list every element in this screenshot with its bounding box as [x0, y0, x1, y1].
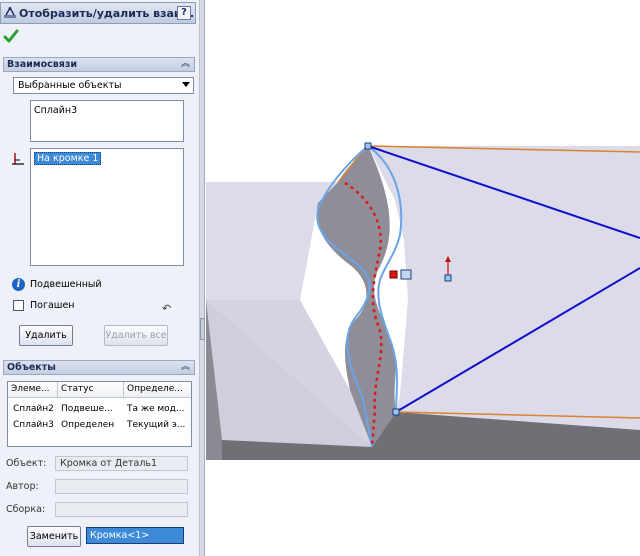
relations-icon: [4, 6, 16, 18]
relations-filter-select[interactable]: Выбранные объекты: [13, 77, 194, 94]
relations-filter-value: Выбранные объекты: [18, 80, 122, 91]
table-cell[interactable]: Определен: [58, 420, 124, 430]
sketch-endpoint[interactable]: [364, 142, 372, 150]
dangling-point-marker[interactable]: [389, 270, 398, 279]
panel-splitter[interactable]: [200, 0, 205, 556]
author-field: [55, 479, 188, 494]
replace-button[interactable]: Заменить: [27, 526, 81, 547]
splitter-grip[interactable]: [200, 318, 205, 340]
model-view: [206, 142, 640, 460]
delete-button[interactable]: Удалить: [19, 325, 73, 346]
assembly-field: [55, 502, 188, 517]
column-header[interactable]: Определе...: [124, 382, 191, 398]
object-field: Кромка от Деталь1: [55, 456, 188, 471]
suppressed-checkbox[interactable]: [13, 300, 24, 311]
block-top-face-right[interactable]: [368, 146, 640, 430]
replace-target-field[interactable]: Кромка<1>: [86, 527, 184, 544]
origin-point[interactable]: [444, 274, 452, 282]
collapse-chevron-icon[interactable]: ︽: [180, 59, 191, 70]
relation-status-text: Подвешенный: [30, 279, 102, 290]
table-cell[interactable]: Подвеше...: [58, 404, 124, 414]
panel-title: Отобразить/удалить взаи...: [19, 7, 195, 20]
undo-icon[interactable]: ↶: [162, 302, 171, 315]
assembly-label: Сборка:: [6, 504, 46, 515]
panel-title-bar: Отобразить/удалить взаи... ?: [0, 2, 196, 24]
list-item-selected[interactable]: На кромке 1: [34, 152, 102, 165]
block-top-face[interactable]: [206, 182, 338, 300]
on-edge-relation-icon: [12, 153, 24, 165]
table-cell[interactable]: Сплайн2: [10, 404, 58, 414]
column-header[interactable]: Элеме...: [8, 382, 58, 398]
list-item[interactable]: Сплайн3: [34, 105, 77, 116]
help-button[interactable]: ?: [177, 6, 191, 20]
author-label: Автор:: [6, 481, 39, 492]
relations-list[interactable]: На кромке 1: [30, 148, 184, 266]
suppressed-label: Погашен: [30, 300, 75, 311]
graphics-viewport[interactable]: [206, 0, 640, 556]
column-header[interactable]: Статус: [58, 382, 124, 398]
table-cell[interactable]: Текущий э...: [124, 420, 191, 430]
relation-glyph-icon: [400, 269, 412, 280]
chevron-down-icon: [182, 82, 190, 87]
collapse-chevron-icon[interactable]: ︽: [180, 362, 191, 373]
table-cell[interactable]: Та же мод...: [124, 404, 191, 414]
objects-table: Элеме... Статус Определе... Сплайн2 Подв…: [7, 381, 192, 447]
objects-group-title: Объекты: [7, 362, 56, 373]
info-icon: i: [12, 278, 25, 291]
table-cell[interactable]: Сплайн3: [10, 420, 58, 430]
check-icon[interactable]: [3, 28, 19, 44]
object-label: Объект:: [6, 458, 47, 469]
relations-group-header[interactable]: Взаимосвязи ︽: [3, 57, 195, 72]
sketch-endpoint[interactable]: [392, 408, 400, 416]
objects-group-header[interactable]: Объекты ︽: [3, 360, 195, 375]
property-manager-panel: Отобразить/удалить взаи... ? Взаимосвязи…: [0, 0, 200, 556]
delete-all-button[interactable]: Удалить все: [104, 325, 168, 346]
selected-entities-list[interactable]: Сплайн3: [30, 100, 184, 142]
relations-group-title: Взаимосвязи: [7, 59, 78, 70]
